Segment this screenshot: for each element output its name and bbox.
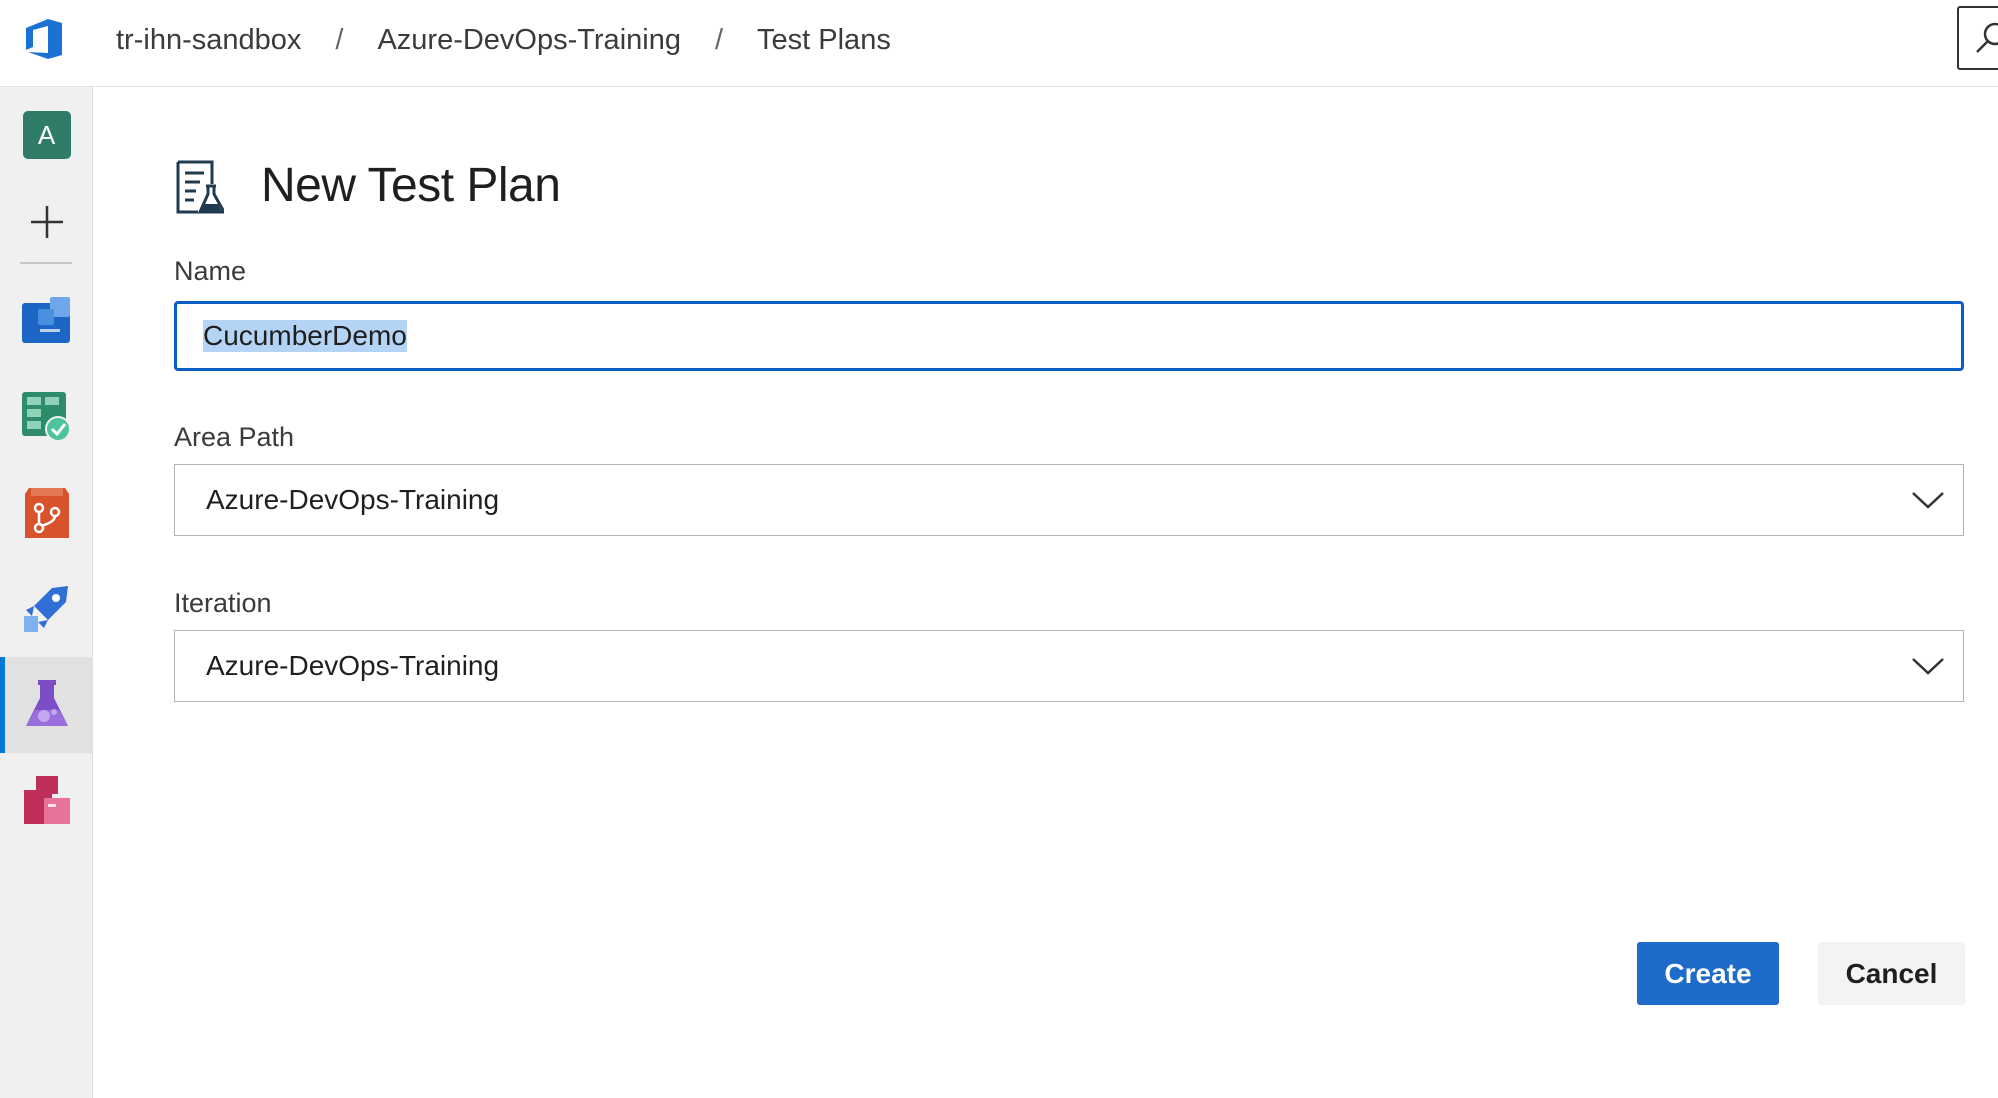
name-input[interactable] [174,301,1964,371]
breadcrumb-project[interactable]: Azure-DevOps-Training [377,24,681,57]
page-title: New Test Plan [261,159,561,212]
azure-devops-logo-icon[interactable] [22,16,68,62]
breadcrumb-test-plans[interactable]: Test Plans [757,24,891,57]
chevron-down-icon [1912,658,1944,675]
search-button[interactable] [1957,6,1998,70]
top-bar: tr-ihn-sandbox / Azure-DevOps-Training /… [0,0,1998,87]
project-avatar-item[interactable]: A [0,87,93,183]
add-icon [30,206,63,238]
breadcrumb-separator: / [714,23,724,56]
iteration-value: Azure-DevOps-Training [206,650,500,681]
overview-icon [21,297,70,343]
avatar: A [22,111,71,159]
area-path-label: Area Path [174,422,295,452]
main-content: New Test Plan Name Area Path Azure-DevOp… [94,88,1998,1098]
sidebar-item-test-plans[interactable] [0,657,93,753]
cancel-button[interactable]: Cancel [1818,942,1965,1005]
breadcrumb-separator: / [335,23,344,56]
sidebar-item-overview[interactable] [0,273,93,369]
test-plan-icon [176,160,224,214]
pipelines-icon [23,586,68,632]
name-label: Name [174,256,247,286]
test-plans-icon [25,680,68,726]
search-icon [1976,22,1998,53]
sidebar-item-boards[interactable] [0,369,93,465]
sidebar-item-repos[interactable] [0,465,93,561]
rail-divider [20,262,72,264]
create-button[interactable]: Create [1637,942,1779,1005]
chevron-down-icon [1912,492,1944,509]
breadcrumb-organization[interactable]: tr-ihn-sandbox [116,24,301,57]
left-navigation-rail: A [0,87,93,1098]
repos-icon [24,488,69,538]
artifacts-icon [23,776,70,824]
iteration-label: Iteration [174,588,272,618]
sidebar-item-artifacts[interactable] [0,753,93,849]
breadcrumb: tr-ihn-sandbox / Azure-DevOps-Training /… [116,0,891,80]
add-button[interactable] [0,174,93,270]
sidebar-item-pipelines[interactable] [0,561,93,657]
boards-icon [21,392,71,442]
area-path-value: Azure-DevOps-Training [206,484,500,515]
area-path-dropdown[interactable]: Azure-DevOps-Training [174,464,1964,536]
iteration-dropdown[interactable]: Azure-DevOps-Training [174,630,1964,702]
